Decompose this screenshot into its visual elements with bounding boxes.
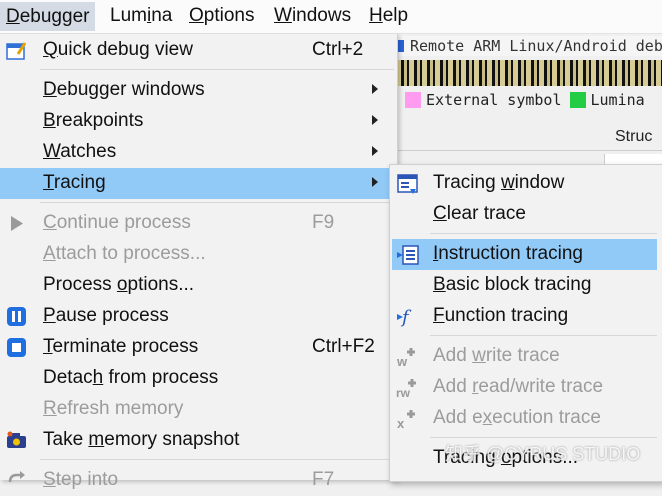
submenu-arrow-icon: [372, 84, 378, 94]
menu-separator: [40, 459, 394, 460]
menu-separator: [430, 437, 657, 438]
lumina-swatch: [569, 92, 586, 108]
add-execution-trace-icon: x: [397, 410, 415, 430]
svg-text:rw: rw: [396, 386, 411, 399]
structures-tab[interactable]: Struc: [615, 128, 652, 146]
menu-separator: [430, 233, 657, 234]
remote-debugger-window-title: Remote ARM Linux/Android deb: [388, 36, 662, 56]
submenu-item-add-write-trace[interactable]: w Add write trace: [390, 341, 661, 372]
menu-item-continue-process[interactable]: Continue process F9: [0, 208, 396, 239]
add-read-write-trace-icon: rw: [396, 379, 416, 399]
submenu-arrow-icon: [372, 115, 378, 125]
submenu-item-basic-block-tracing[interactable]: Basic block tracing: [390, 270, 661, 301]
add-write-trace-icon: w: [396, 348, 415, 368]
step-into-icon: [8, 471, 25, 483]
tracing-submenu: Tracing window Clear trace Instruction t…: [389, 164, 662, 482]
menu-item-pause-process[interactable]: Pause process: [0, 301, 396, 332]
navigation-legend: dExternal symbolLumina: [388, 88, 662, 112]
menu-item-process-options[interactable]: Process options...: [0, 270, 396, 301]
menu-help[interactable]: Help: [369, 5, 408, 27]
submenu-item-clear-trace[interactable]: Clear trace: [390, 199, 661, 230]
menu-item-debugger-windows[interactable]: Debugger windows: [0, 75, 396, 106]
menu-item-detach-from-process[interactable]: Detach from process: [0, 363, 396, 394]
menu-item-take-memory-snapshot[interactable]: Take memory snapshot: [0, 425, 396, 456]
submenu-item-add-execution-trace[interactable]: x Add execution trace: [390, 403, 661, 434]
divider: [388, 150, 662, 151]
navigation-band[interactable]: [388, 60, 662, 86]
menu-windows[interactable]: Windows: [274, 5, 351, 27]
watermark: 知乎 @CYRUS STUDIO: [445, 444, 641, 464]
menu-item-refresh-memory[interactable]: Refresh memory: [0, 394, 396, 425]
quick-debug-view-icon: [6, 42, 27, 60]
pause-icon: [7, 307, 26, 326]
submenu-item-tracing-window[interactable]: Tracing window: [390, 168, 661, 199]
menu-separator: [40, 69, 394, 70]
submenu-arrow-icon: [372, 177, 378, 187]
svg-text:x: x: [397, 416, 405, 430]
external-symbol-swatch: [405, 92, 422, 108]
menu-separator: [40, 202, 394, 203]
menu-options[interactable]: Options: [189, 5, 254, 27]
function-tracing-icon: f: [397, 307, 412, 328]
menu-item-terminate-process[interactable]: Terminate process Ctrl+F2: [0, 332, 396, 363]
submenu-arrow-icon: [372, 146, 378, 156]
stop-icon: [7, 338, 26, 357]
menu-item-breakpoints[interactable]: Breakpoints: [0, 106, 396, 137]
shortcut-label: Ctrl+2: [312, 39, 364, 60]
instruction-tracing-icon: [397, 245, 419, 265]
menu-bar: Debugger Lumina Options Windows Help: [0, 0, 662, 34]
tracing-window-icon: [397, 174, 418, 194]
shortcut-label: F7: [312, 469, 335, 490]
play-icon: [11, 216, 23, 231]
menu-item-watches[interactable]: Watches: [0, 137, 396, 168]
menu-lumina[interactable]: Lumina: [110, 5, 172, 27]
menu-item-step-into[interactable]: Step into F7: [0, 465, 396, 496]
menu-separator: [430, 335, 657, 336]
menu-debugger[interactable]: Debugger: [0, 2, 96, 31]
submenu-item-instruction-tracing[interactable]: Instruction tracing: [392, 239, 657, 270]
debugger-menu: Quick debug view Ctrl+2 Debugger windows…: [0, 34, 398, 490]
submenu-item-function-tracing[interactable]: f Function tracing: [390, 301, 661, 332]
submenu-item-add-read-write-trace[interactable]: rw Add read/write trace: [390, 372, 661, 403]
menu-item-attach-to-process[interactable]: Attach to process...: [0, 239, 396, 270]
shortcut-label: Ctrl+F2: [312, 336, 375, 357]
camera-icon: [7, 431, 26, 448]
menu-item-tracing[interactable]: Tracing: [0, 168, 396, 199]
shortcut-label: F9: [312, 212, 335, 233]
svg-text:w: w: [396, 354, 408, 368]
menu-item-quick-debug-view[interactable]: Quick debug view Ctrl+2: [0, 35, 396, 66]
